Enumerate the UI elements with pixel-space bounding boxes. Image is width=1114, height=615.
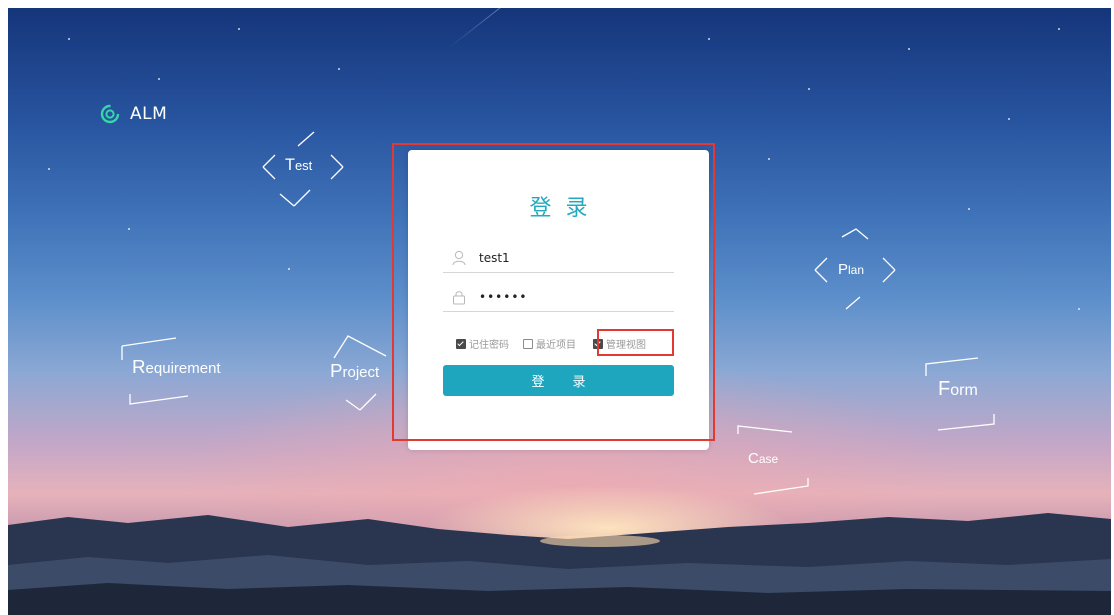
app-name: ALM (130, 104, 168, 124)
tag-plan: Plan (812, 227, 898, 313)
login-screen: ALM Test Plan Requirement Project Form C… (0, 0, 1114, 615)
highlight-frame-admin-view (597, 329, 674, 356)
tag-test: Test (260, 124, 346, 210)
tag-form: Form (924, 356, 1004, 432)
highlight-frame-login (392, 143, 715, 441)
app-logo: ALM (100, 104, 167, 124)
alm-logo-icon (100, 104, 120, 124)
tag-requirement: Requirement (118, 332, 240, 408)
tag-project: Project (326, 330, 390, 414)
tag-case: Case (736, 424, 816, 500)
